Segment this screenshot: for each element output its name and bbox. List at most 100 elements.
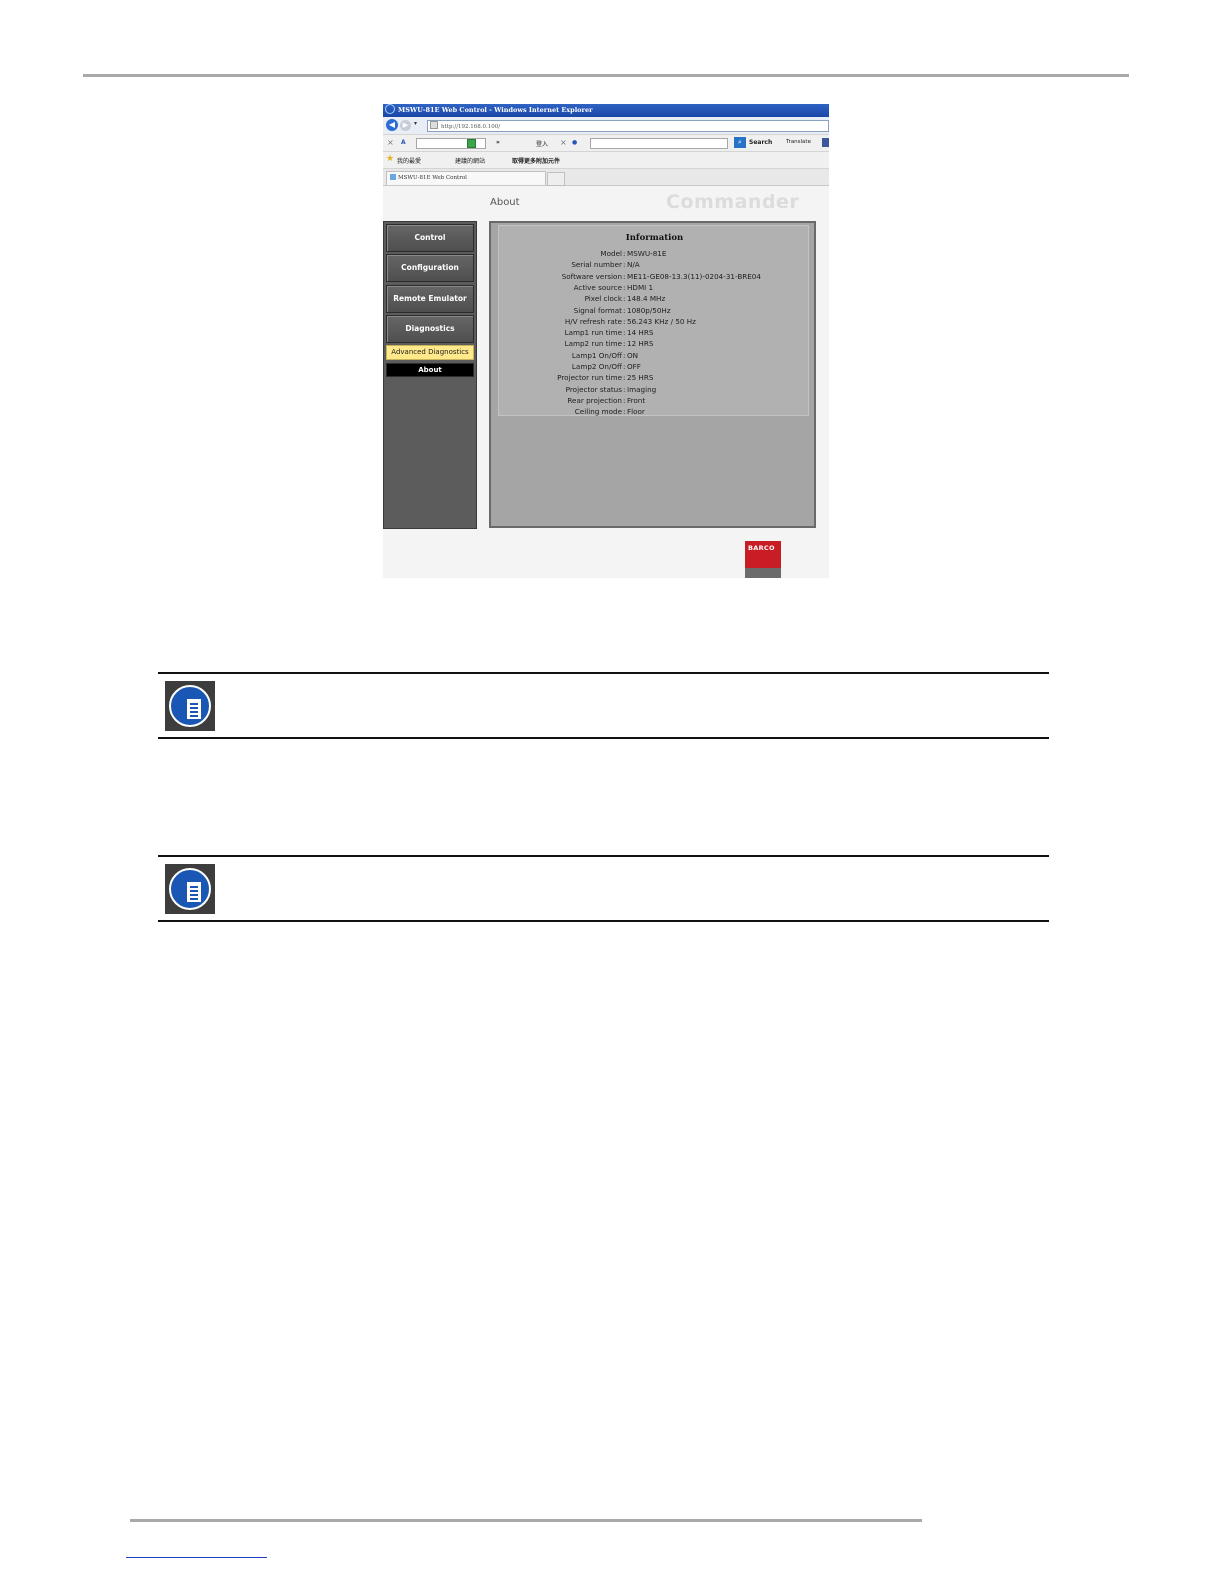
tab-title: MSWU-81E Web Control — [398, 175, 467, 181]
web-control-screenshot: MSWU-81E Web Control - Windows Internet … — [383, 104, 829, 578]
info-row: Active source: HDMI 1 — [499, 283, 810, 294]
barco-logo-band — [745, 568, 781, 578]
search-icon[interactable]: ⌕ — [734, 137, 746, 148]
info-label: Rear projection — [567, 395, 622, 405]
history-dropdown-icon[interactable]: ▾ — [414, 120, 417, 127]
info-separator: : — [623, 305, 626, 315]
facebook-icon[interactable] — [822, 138, 829, 147]
sidebar-item-configuration[interactable]: Configuration — [386, 254, 474, 282]
info-label: Ceiling mode — [574, 407, 622, 417]
ie-logo-icon — [385, 104, 395, 114]
info-separator: : — [623, 350, 626, 360]
info-value: HDMI 1 — [627, 282, 654, 292]
info-label: Projector run time — [557, 373, 622, 383]
note-bottom-rule — [158, 920, 1049, 922]
footer-rule — [130, 1519, 922, 1522]
information-title: Information — [625, 233, 684, 243]
login-link[interactable]: 登入 — [536, 139, 548, 148]
info-value: Imaging — [627, 384, 657, 394]
page-icon — [430, 121, 438, 129]
info-label: Projector status — [565, 384, 622, 394]
info-row: Software version: ME11-GE08-13.3(11)-0204… — [499, 272, 810, 283]
info-separator: : — [623, 282, 626, 292]
info-value: 14 HRS — [627, 328, 654, 338]
get-more-addons-link[interactable]: 取得更多附加元件 — [512, 156, 560, 165]
tab-web-control[interactable]: MSWU-81E Web Control — [386, 171, 546, 185]
info-row: Lamp1 run time:14 HRS — [499, 328, 810, 339]
info-value: 1080p/50Hz — [627, 305, 671, 315]
go-icon[interactable] — [467, 139, 476, 148]
info-value: 148.4 MHz — [627, 294, 666, 304]
info-label: Model — [600, 249, 622, 258]
sidebar-item-remote-emulator[interactable]: Remote Emulator — [386, 285, 474, 313]
translate-button[interactable]: Translate — [786, 139, 811, 145]
info-label: Active source — [573, 282, 622, 292]
information-panel: Information Model: MSWU-81E Serial number:… — [489, 221, 816, 528]
info-value: Front — [627, 395, 646, 405]
info-label: Pixel clock — [584, 294, 622, 304]
note-disc — [169, 685, 211, 727]
forward-arrow-icon[interactable]: ▶ — [400, 120, 411, 131]
suggested-sites-link[interactable]: 建議的網站 — [455, 156, 485, 165]
navigation-bar: ◀ ▶ ▾ http://192.168.0.100/ — [383, 117, 829, 135]
window-title: MSWU-81E Web Control - Windows Internet … — [398, 106, 593, 114]
info-value: N/A — [627, 260, 640, 270]
close-icon[interactable]: × — [387, 138, 394, 147]
information-box: Information Model: MSWU-81E Serial number:… — [498, 225, 809, 416]
browser-title-bar: MSWU-81E Web Control - Windows Internet … — [383, 104, 829, 117]
search-button[interactable]: Search — [749, 139, 772, 146]
toolbar-logo-icon: A — [401, 139, 406, 146]
brand-title: Commander — [666, 191, 800, 213]
info-row: H/V refresh rate:56.243 KHz / 50 Hz — [499, 317, 810, 328]
note-bottom-rule — [158, 737, 1049, 739]
info-separator: : — [623, 294, 626, 304]
note-top-rule — [158, 672, 1049, 674]
info-row: Projector run time:25 HRS — [499, 373, 810, 384]
info-separator: : — [623, 328, 626, 338]
footer-link-underline — [126, 1557, 267, 1558]
info-row: Lamp2 run time:12 HRS — [499, 339, 810, 350]
favorites-star-icon: ★ — [386, 154, 395, 164]
info-value: OFF — [627, 362, 641, 371]
search-toolbar: × A » 登入 × ● ⌕ Search Translate — [383, 135, 829, 152]
header-rule — [83, 74, 1129, 77]
info-label: Serial number — [571, 260, 622, 270]
sidebar-item-diagnostics[interactable]: Diagnostics — [386, 315, 474, 343]
note-page — [187, 699, 201, 719]
info-row: Pixel clock:148.4 MHz — [499, 294, 810, 305]
barco-logo-text: BARCO — [748, 544, 775, 552]
info-row: Projector status: Imaging — [499, 385, 810, 396]
favorites-link[interactable]: 我的最愛 — [397, 156, 421, 165]
sidebar-item-advanced-diagnostics[interactable]: Advanced Diagnostics — [386, 345, 474, 360]
info-row: Model: MSWU-81E — [499, 249, 810, 260]
info-row: Serial number: N/A — [499, 260, 810, 271]
info-separator: : — [623, 373, 626, 383]
info-separator: : — [623, 260, 626, 270]
note-page — [187, 882, 201, 902]
sidebar: Control Configuration Remote Emulator Di… — [383, 221, 477, 529]
info-separator: : — [623, 316, 626, 326]
globe-icon: ● — [572, 139, 578, 146]
sidebar-item-about[interactable]: About — [386, 363, 474, 377]
web-control-page: About Commander Control Configuration Re… — [383, 186, 829, 578]
address-bar[interactable]: http://192.168.0.100/ — [427, 120, 829, 132]
info-label: Lamp1 run time — [564, 328, 622, 338]
info-row: Ceiling mode: Floor — [499, 407, 810, 418]
info-label: H/V refresh rate — [564, 316, 622, 326]
close-icon[interactable]: × — [560, 138, 567, 147]
new-tab-button[interactable] — [547, 172, 565, 186]
info-row: Lamp1 On/Off: ON — [499, 351, 810, 362]
web-search-input[interactable] — [590, 138, 728, 149]
note-top-rule — [158, 855, 1049, 857]
back-arrow-icon[interactable]: ◀ — [386, 119, 398, 131]
info-label: Lamp2 run time — [564, 339, 622, 349]
info-row: Lamp2 On/Off: OFF — [499, 362, 810, 373]
sidebar-item-control[interactable]: Control — [386, 224, 474, 252]
note-document-icon — [165, 864, 215, 914]
info-label: Lamp2 On/Off — [571, 362, 622, 371]
info-separator: : — [623, 249, 626, 258]
info-row: Rear projection: Front — [499, 396, 810, 407]
info-separator: : — [623, 384, 626, 394]
info-label: Signal format — [573, 305, 622, 315]
info-value: MSWU-81E — [627, 249, 667, 258]
